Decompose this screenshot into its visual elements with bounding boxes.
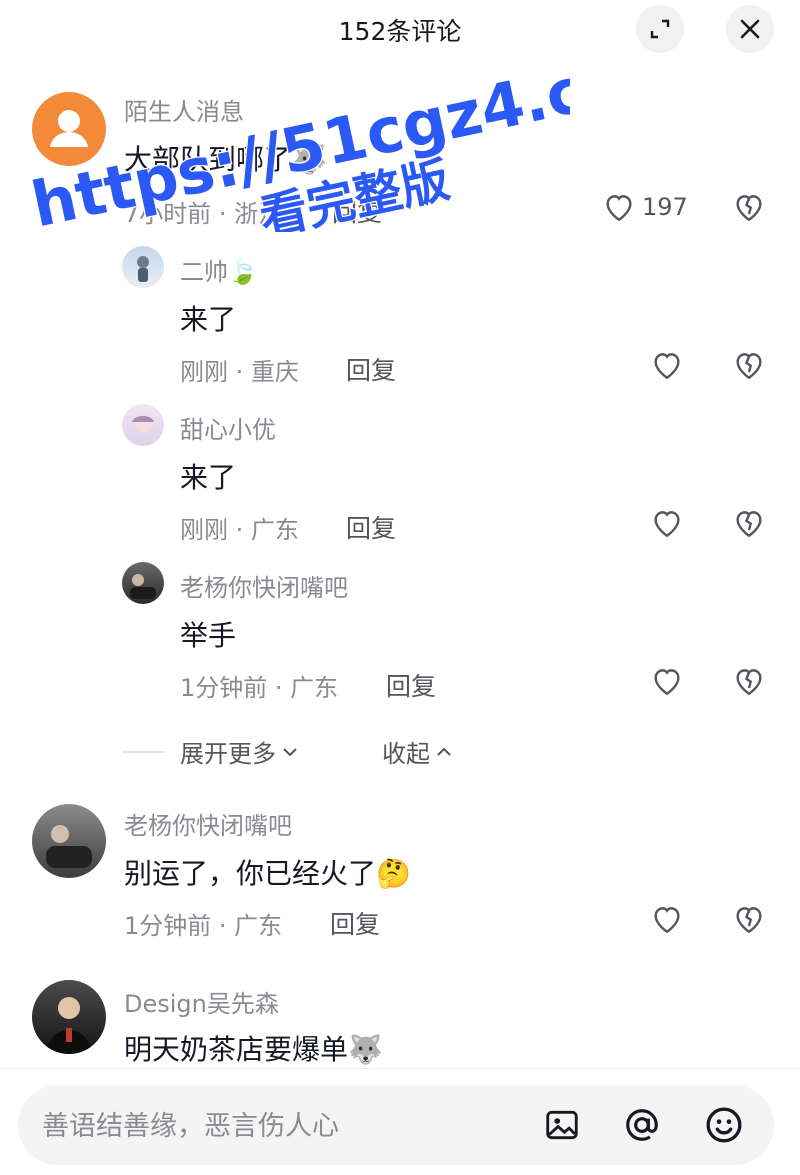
broken-heart-icon (736, 907, 762, 934)
thread-controls: 展开更多 收起 (122, 734, 522, 770)
comment-username[interactable]: 老杨你快闭嘴吧 (124, 806, 292, 841)
comment-meta: 1分钟前 · 广东 (124, 912, 283, 940)
wolf-emoji: 🐺 (348, 1033, 383, 1066)
image-icon (546, 1110, 578, 1140)
expand-more-label: 展开更多 (180, 740, 276, 768)
like-button[interactable] (650, 902, 684, 936)
watermark-url: https://51cgz4.com (25, 31, 570, 232)
collapse-label: 收起 (382, 740, 430, 768)
expand-icon (650, 19, 670, 39)
dislike-button[interactable] (732, 348, 766, 386)
comment-meta: 刚刚 · 重庆 (180, 358, 299, 386)
avatar[interactable] (122, 562, 164, 604)
at-sign-icon (626, 1109, 658, 1141)
comment-text-content: 大部队到哪了 (124, 143, 293, 176)
reply-button[interactable]: 回复 (386, 667, 436, 703)
comment-username[interactable]: Design吴先森 (124, 984, 279, 1019)
chevron-down-icon (283, 747, 297, 756)
wolf-emoji: 🐺 (292, 143, 327, 176)
comment-text: 举手 (180, 619, 237, 652)
comment-meta: 7小时前 · 浙江 (124, 200, 283, 228)
heart-outline-icon (654, 353, 680, 380)
avatar-image (137, 256, 149, 282)
avatar[interactable] (32, 804, 106, 878)
comment-username[interactable]: 二帅🍃 (180, 252, 258, 287)
comment-text-content: 明天奶茶店要爆单 (124, 1033, 349, 1066)
default-user-avatar-icon (50, 110, 88, 147)
heart-outline-icon (654, 511, 680, 538)
comment-text: 大部队到哪了🐺 (124, 138, 327, 178)
comment-text-content: 别运了，你已经火了 (124, 857, 377, 890)
expand-button[interactable] (636, 5, 684, 53)
comment-username[interactable]: 老杨你快闭嘴吧 (180, 568, 348, 603)
collapse-button[interactable]: 收起 (382, 734, 454, 769)
emoji-button[interactable] (704, 1105, 744, 1145)
avatar-image (46, 825, 92, 868)
like-button[interactable]: 197 (602, 190, 688, 224)
heart-outline-icon (606, 195, 632, 222)
mention-button[interactable] (622, 1105, 662, 1145)
heart-outline-icon (654, 669, 680, 696)
comment-text: 别运了，你已经火了🤔 (124, 852, 411, 892)
dislike-button[interactable] (732, 190, 766, 228)
dislike-button[interactable] (732, 664, 766, 702)
avatar-image (132, 414, 154, 432)
reply-button[interactable]: 回复 (330, 905, 380, 941)
close-icon (740, 19, 760, 39)
like-count: 197 (642, 193, 688, 221)
comment-username[interactable]: 陌生人消息 (124, 92, 244, 127)
chevron-up-icon (437, 747, 451, 756)
heart-outline-icon (654, 907, 680, 934)
avatar-image (130, 574, 156, 599)
like-button[interactable] (650, 348, 684, 382)
comment-username[interactable]: 甜心小优 (180, 410, 276, 445)
comments-header: 152条评论 (0, 0, 800, 60)
broken-heart-icon (736, 195, 762, 222)
image-button[interactable] (542, 1105, 582, 1145)
like-button[interactable] (650, 506, 684, 540)
username-text: 二帅 (180, 258, 228, 286)
broken-heart-icon (736, 353, 762, 380)
avatar[interactable] (122, 404, 164, 446)
reply-button[interactable]: 回复 (332, 193, 382, 229)
dislike-button[interactable] (732, 506, 766, 544)
smiley-icon (706, 1107, 742, 1143)
comment-text: 来了 (180, 303, 237, 336)
reply-button[interactable]: 回复 (346, 509, 396, 545)
dislike-button[interactable] (732, 902, 766, 940)
thinking-emoji: 🤔 (376, 857, 411, 890)
comment-meta: 1分钟前 · 广东 (180, 674, 339, 702)
avatar[interactable] (32, 92, 106, 166)
comment-text: 来了 (180, 461, 237, 494)
broken-heart-icon (736, 511, 762, 538)
comment-composer-bar (0, 1068, 800, 1175)
reply-button[interactable]: 回复 (346, 351, 396, 387)
comment-meta: 刚刚 · 广东 (180, 516, 299, 544)
close-button[interactable] (726, 5, 774, 53)
leaf-emoji: 🍃 (228, 258, 258, 286)
expand-more-button[interactable]: 展开更多 (180, 734, 300, 769)
divider (122, 751, 164, 753)
comment-text: 明天奶茶店要爆单🐺 (124, 1028, 383, 1068)
like-button[interactable] (650, 664, 684, 698)
comment-input[interactable] (40, 1085, 524, 1167)
avatar-image (46, 997, 92, 1054)
comment-input-container (18, 1085, 774, 1167)
avatar[interactable] (32, 980, 106, 1054)
broken-heart-icon (736, 669, 762, 696)
avatar[interactable] (122, 246, 164, 288)
